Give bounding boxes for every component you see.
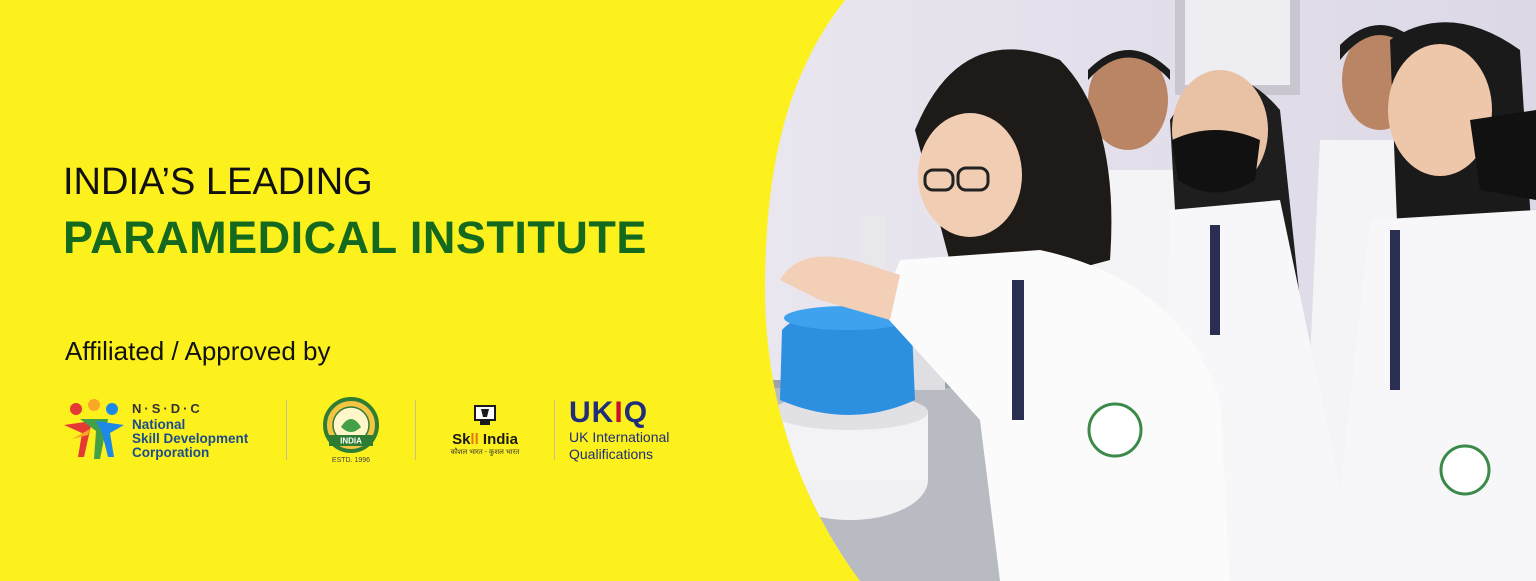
skill-india-emblem-icon [474,405,496,425]
skill-india-logo: Skll India कौशल भारत - कुशल भारत [430,392,540,468]
nsdc-figures-icon [64,399,124,459]
nsdc-name-line2: Skill Development [132,430,249,446]
ukiq-line2: Qualifications [569,446,654,462]
logo-divider [286,400,287,460]
accreditation-seal-logo: INDIA ESTD. 1996 [301,392,401,468]
headline-line1: INDIA’S LEADING [63,161,373,203]
seal-emblem-icon: INDIA [323,396,379,453]
ukiq-logo: UKIQ UK International Qualifications [569,392,729,468]
nsdc-logo: N·S·D·C National Skill Development Corpo… [62,392,272,468]
affiliated-label: Affiliated / Approved by [65,336,331,366]
ukiq-mark: UKIQ [569,398,648,428]
skill-india-title-mid: ll [470,431,479,448]
nsdc-name-line1: National [132,416,186,432]
hero-banner: INDIA’S LEADING PARAMEDICAL INSTITUTE Af… [0,0,1536,581]
logo-divider [554,400,555,460]
seal-country: INDIA [340,436,362,445]
headline: INDIA’S LEADING PARAMEDICAL INSTITUTE [63,160,647,264]
logo-divider [415,400,416,460]
skill-india-subtitle: कौशल भारत - कुशल भारत [450,449,520,456]
lab-students-photo [765,0,1536,581]
seal-est: ESTD. 1996 [331,456,371,464]
ukiq-mark-k: K [591,396,615,429]
nsdc-abbr: N·S·D·C [132,400,203,416]
ukiq-line1: UK International [569,429,670,445]
nsdc-name-line3: Corporation [132,444,210,460]
skill-india-title-post: India [478,431,518,448]
skill-india-title: Skll India [452,431,518,448]
ukiq-mark-i: I [614,396,624,429]
ukiq-mark-q: Q [623,396,649,429]
headline-line2: PARAMEDICAL INSTITUTE [63,212,647,263]
ukiq-mark-u: U [569,396,592,429]
affiliation-logos: N·S·D·C National Skill Development Corpo… [62,392,729,468]
skill-india-title-pre: Sk [452,431,471,448]
